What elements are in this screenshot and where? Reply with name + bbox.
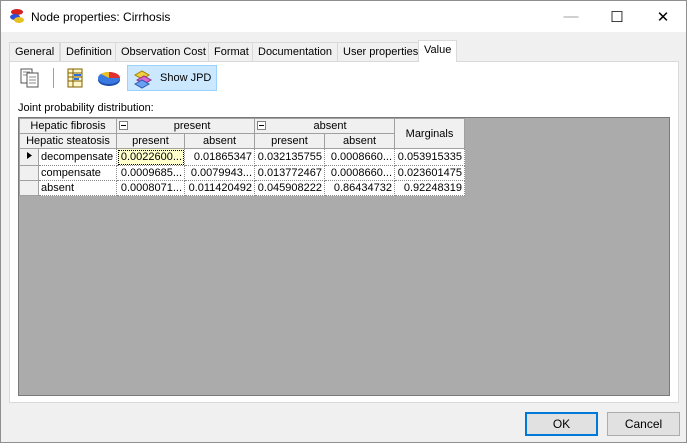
ok-button[interactable]: OK [525, 412, 598, 436]
marginals-header: Marginals [394, 118, 465, 149]
tab-definition[interactable]: Definition [60, 42, 118, 61]
tab-user-properties[interactable]: User properties [337, 42, 425, 61]
table-row: compensate 0.0009685... 0.0079943... 0.0… [19, 165, 465, 181]
tab-observation-cost[interactable]: Observation Cost [115, 42, 212, 61]
tab-documentation[interactable]: Documentation [252, 42, 338, 61]
table-icon [67, 68, 83, 88]
collapse-icon[interactable] [257, 121, 266, 130]
row-state: absent [38, 180, 117, 196]
table-cell[interactable]: 0.0009685... [116, 165, 185, 181]
table-cell[interactable]: 0.0008071... [116, 180, 185, 196]
pie-chart-icon [98, 72, 120, 86]
parent1-state-absent: absent [313, 120, 347, 132]
row-state: decompensate [38, 148, 117, 166]
toolbar: Show JPD [15, 64, 675, 92]
parent1-state-header[interactable]: absent [254, 118, 395, 134]
table-cell[interactable]: 0.0079943... [184, 165, 255, 181]
table-cell[interactable]: 0.86434732 [324, 180, 395, 196]
table-cell[interactable]: 0.045908222 [254, 180, 325, 196]
pie-chart-button[interactable] [92, 65, 126, 91]
cancel-button[interactable]: Cancel [607, 412, 680, 436]
row-selector[interactable] [19, 148, 39, 166]
parent1-state-present: present [173, 120, 211, 132]
jpd-icon [133, 70, 153, 89]
copy-icon [20, 68, 39, 88]
tab-format[interactable]: Format [208, 42, 255, 61]
minimize-button[interactable]: — [548, 1, 594, 32]
parent2-state: absent [184, 133, 255, 149]
show-jpd-label: Show JPD [160, 72, 212, 84]
table-cell[interactable]: 0.032135755 [254, 148, 325, 166]
toolbar-separator [53, 68, 54, 88]
marginal-cell[interactable]: 0.053915335 [394, 148, 465, 166]
table-cell[interactable]: 0.0008660... [324, 148, 395, 166]
node-properties-window: Node properties: Cirrhosis — ☐ ✕ General… [0, 0, 687, 443]
jpd-label: Joint probability distribution: [18, 102, 154, 114]
jpd-table: Hepatic fibrosis present absent Marginal… [19, 118, 465, 196]
table-cell[interactable]: 0.013772467 [254, 165, 325, 181]
copy-button[interactable] [15, 65, 45, 91]
table-cell[interactable]: 0.01865347 [184, 148, 255, 166]
tab-value[interactable]: Value [418, 40, 458, 62]
value-tab-panel: Show JPD Joint probability distribution:… [9, 61, 679, 403]
table-view-button[interactable] [60, 65, 90, 91]
table-row: absent 0.0008071... 0.011420492 0.045908… [19, 180, 465, 196]
jpd-grid: Hepatic fibrosis present absent Marginal… [18, 117, 670, 396]
maximize-button[interactable]: ☐ [594, 1, 640, 32]
row-selector[interactable] [19, 180, 39, 196]
row-pointer-icon [27, 152, 32, 159]
table-cell[interactable]: 0.011420492 [184, 180, 255, 196]
table-row: decompensate 0.0022600... 0.01865347 0.0… [19, 148, 465, 166]
parent1-state-header[interactable]: present [116, 118, 255, 134]
tab-general[interactable]: General [9, 42, 61, 61]
parent2-state: present [116, 133, 185, 149]
close-button[interactable]: ✕ [640, 1, 686, 32]
show-jpd-button[interactable]: Show JPD [127, 65, 217, 91]
parent1-name: Hepatic fibrosis [19, 118, 117, 134]
app-icon [10, 9, 24, 23]
row-selector[interactable] [19, 165, 39, 181]
title-bar: Node properties: Cirrhosis — ☐ ✕ [1, 1, 686, 32]
marginal-cell[interactable]: 0.92248319 [394, 180, 465, 196]
table-cell[interactable]: 0.0008660... [324, 165, 395, 181]
marginal-cell[interactable]: 0.023601475 [394, 165, 465, 181]
row-state: compensate [38, 165, 117, 181]
window-title: Node properties: Cirrhosis [31, 10, 171, 24]
parent2-state: absent [324, 133, 395, 149]
table-cell[interactable]: 0.0022600... [116, 148, 185, 166]
parent2-name: Hepatic steatosis [19, 133, 117, 149]
collapse-icon[interactable] [119, 121, 128, 130]
tab-strip: General Definition Observation Cost Form… [9, 40, 679, 62]
parent2-state: present [254, 133, 325, 149]
